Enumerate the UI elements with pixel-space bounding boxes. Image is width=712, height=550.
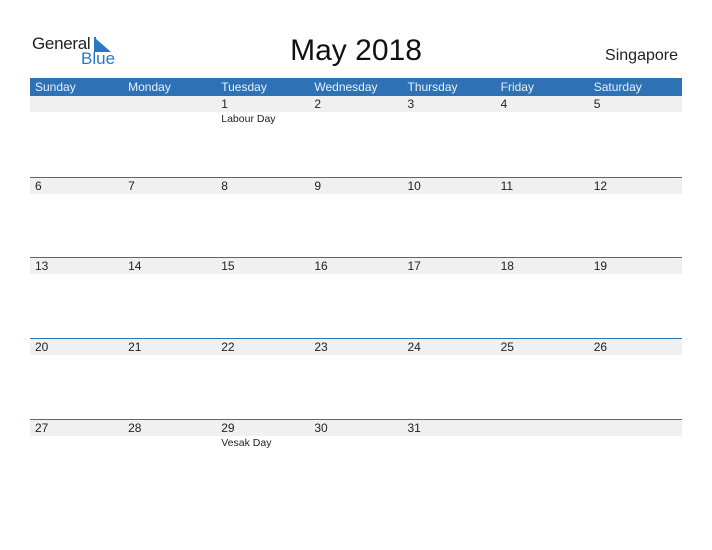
day-number: 10 [407, 179, 421, 193]
day-number-strip: 6 7 8 9 10 11 12 [30, 177, 682, 194]
day-number-strip: 13 14 15 16 17 18 19 [30, 257, 682, 274]
weekday-sunday: Sunday [35, 80, 76, 94]
day-number-strip: 27 28 29 30 31 [30, 419, 682, 436]
week-row: 1 2 3 4 5 Labour Day [30, 96, 682, 126]
day-number [30, 96, 123, 112]
day-number: 12 [593, 179, 608, 193]
day-number: 28 [128, 421, 142, 435]
day-number: 7 [128, 179, 135, 193]
day-number: 21 [128, 340, 142, 354]
day-number: 24 [407, 340, 421, 354]
day-number: 20 [35, 340, 49, 354]
day-number: 9 [314, 179, 322, 193]
day-number: 25 [500, 340, 514, 354]
day-number: 17 [407, 259, 421, 273]
holiday-label [403, 436, 496, 450]
week-row: 6 7 8 9 10 11 12 [30, 177, 682, 194]
day-number: 3 [407, 97, 415, 111]
day-number: 8 [221, 179, 228, 193]
day-number [123, 96, 216, 112]
day-number: 16 [314, 259, 328, 273]
holiday-label [309, 112, 402, 126]
holiday-label [496, 436, 589, 450]
day-number: 19 [593, 259, 608, 273]
events-row: Vesak Day [30, 436, 682, 450]
holiday-label: Vesak Day [221, 437, 272, 449]
day-number: 1 [221, 97, 228, 111]
country-label: Singapore [605, 47, 678, 64]
day-number: 30 [314, 421, 328, 435]
day-number: 11 [500, 179, 514, 193]
week-row: 13 14 15 16 17 18 19 [30, 257, 682, 274]
holiday-label: Labour Day [221, 113, 276, 125]
weekday-saturday: Saturday [593, 80, 642, 94]
day-number: 31 [407, 421, 421, 435]
weekday-wednesday: Wednesday [314, 80, 378, 94]
day-number-strip: 1 2 3 4 5 [30, 96, 682, 112]
day-number: 27 [35, 421, 49, 435]
holiday-label [496, 112, 589, 126]
events-row: Labour Day [30, 112, 682, 126]
weekday-header: Sunday Monday Tuesday Wednesday Thursday Frid… [30, 78, 682, 96]
day-number [496, 420, 589, 436]
day-number: 14 [128, 259, 142, 273]
weekday-tuesday: Tuesday [221, 80, 267, 94]
weekday-monday: Monday [128, 80, 171, 94]
day-number: 23 [314, 340, 328, 354]
holiday-label [123, 436, 216, 450]
week-row: 20 21 22 23 24 25 26 [30, 338, 682, 355]
day-number: 15 [221, 259, 235, 273]
holiday-label [123, 112, 216, 126]
day-number [589, 420, 682, 436]
week-row: 27 28 29 30 31 Vesak Day [30, 419, 682, 450]
day-number: 13 [35, 259, 49, 273]
day-number: 22 [221, 340, 235, 354]
holiday-label [309, 436, 402, 450]
day-number: 26 [593, 340, 608, 354]
weekday-thursday: Thursday [407, 80, 458, 94]
holiday-label [30, 436, 123, 450]
day-number: 6 [35, 179, 42, 193]
day-number: 5 [593, 97, 601, 111]
holiday-label [589, 436, 682, 450]
weekday-friday: Friday [500, 80, 534, 94]
day-number: 29 [221, 421, 235, 435]
day-number-strip: 20 21 22 23 24 25 26 [30, 338, 682, 355]
day-number: 4 [500, 97, 508, 111]
day-number: 2 [314, 97, 322, 111]
holiday-label [589, 112, 682, 126]
holiday-label [30, 112, 123, 126]
holiday-label [403, 112, 496, 126]
day-number: 18 [500, 259, 514, 273]
